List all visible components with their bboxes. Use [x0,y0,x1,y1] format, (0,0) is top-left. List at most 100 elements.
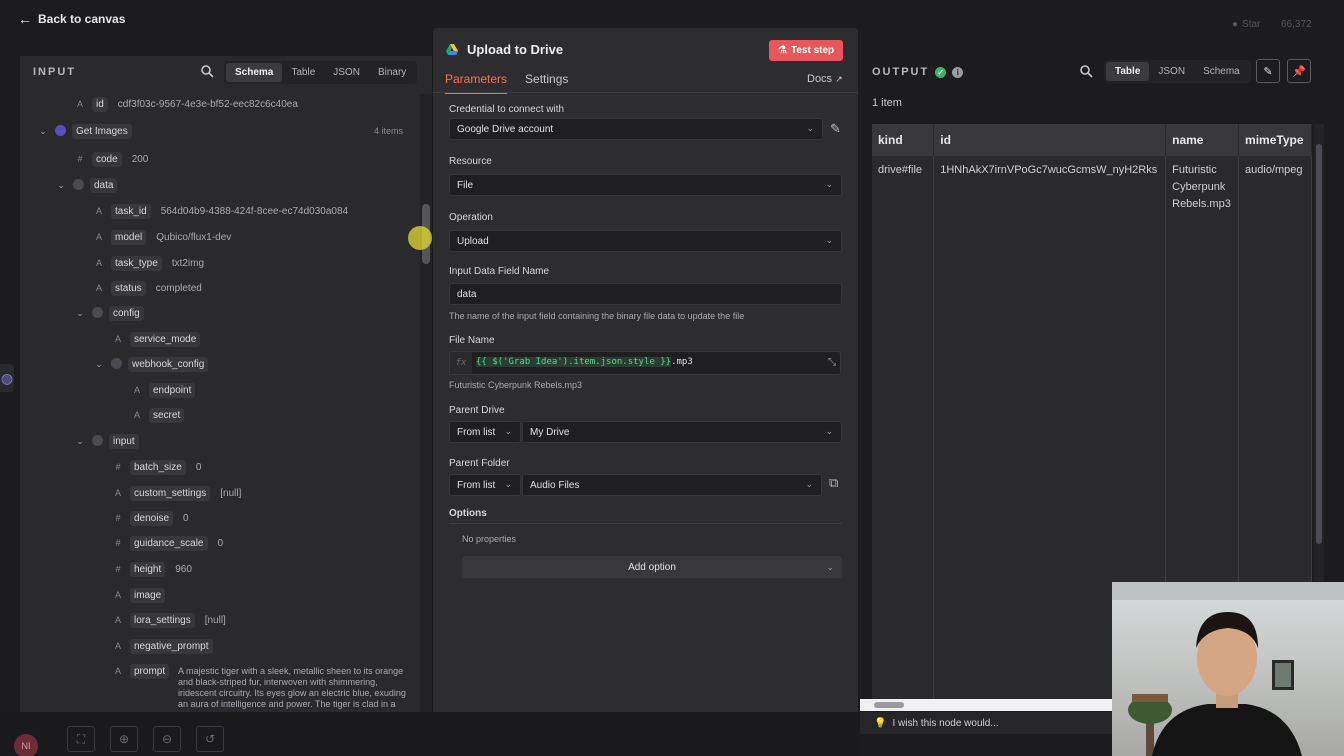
fx-icon: fx [450,352,472,374]
resource-select[interactable]: File ⌄ [449,174,842,196]
tree-key[interactable]: task_type [111,255,162,271]
file-name-expression-input[interactable]: fx {{ $('Grab Idea').item.json.style }}.… [449,351,841,375]
back-to-canvas-link[interactable]: ← Back to canvas [18,11,125,27]
chevron-down-icon: ⌄ [825,426,833,436]
object-type-icon [72,178,84,192]
tree-key[interactable]: prompt [130,663,170,679]
pencil-icon: ✎ [1263,65,1273,78]
input-scrollbar[interactable] [420,94,432,712]
tree-key[interactable]: status [111,280,146,296]
string-type-icon: A [114,488,121,498]
flask-icon: ⚗ [778,45,787,56]
input-field-name-input[interactable]: data [449,283,842,305]
input-panel-header: INPUT Schema Table JSON Binary [20,56,432,88]
tree-key[interactable]: task_id [111,203,151,219]
chevron-down-icon[interactable]: ⌄ [94,359,104,370]
file-name-label: File Name [449,335,495,346]
github-star-button[interactable]: ● Star [1232,19,1260,30]
parent-folder-mode-select[interactable]: From list ⌄ [449,474,521,496]
input-panel: INPUT Schema Table JSON Binary A id cdf3… [20,56,432,712]
globe-icon[interactable]: ◍ [0,364,14,392]
input-tab-table[interactable]: Table [282,63,324,82]
column-header-name[interactable]: name [1165,124,1240,156]
avatar[interactable]: NI [14,734,38,756]
tree-key[interactable]: code [92,151,122,167]
object-type-icon [54,124,66,138]
open-link-icon[interactable]: ⧉ [829,475,838,491]
zoom-out-icon[interactable]: ⊖ [153,726,181,752]
chevron-down-icon[interactable]: ⌄ [75,308,85,319]
add-option-button[interactable]: Add option ⌄ [462,556,842,578]
tree-key[interactable]: lora_settings [130,612,195,628]
tree-key[interactable]: image [130,587,166,603]
reset-zoom-icon[interactable]: ↺ [196,726,224,752]
tree-row: A task_type txt2img [93,254,204,272]
node-title: Upload to Drive [445,42,563,57]
number-type-icon: # [77,154,83,164]
docs-link[interactable]: Docs ↗ [807,73,843,85]
chevron-down-icon[interactable]: ⌄ [75,436,85,447]
canvas-toolbar: NI ⛶ ⊕ ⊖ ↺ [0,712,860,756]
tree-key[interactable]: batch_size [130,459,186,475]
search-icon[interactable] [200,64,214,78]
tree-key[interactable]: input [109,433,139,449]
tree-key[interactable]: endpoint [149,382,196,398]
feedback-link[interactable]: 💡 I wish this node would... [860,712,1112,734]
tree-key[interactable]: height [130,561,166,577]
info-icon[interactable]: i [952,66,964,78]
operation-select[interactable]: Upload ⌄ [449,230,842,252]
parent-folder-select[interactable]: Audio Files ⌄ [522,474,822,496]
tree-key[interactable]: denoise [130,510,174,526]
column-header-mimetype[interactable]: mimeType [1238,124,1312,156]
parent-drive-mode: From list [457,426,496,438]
parent-drive-select[interactable]: My Drive ⌄ [522,421,842,443]
edit-output-button[interactable]: ✎ [1256,59,1280,83]
column-header-kind[interactable]: kind [872,124,935,156]
string-type-icon: A [114,666,121,676]
tree-key[interactable]: secret [149,407,185,423]
string-type-icon: A [114,641,121,651]
file-name-expression: {{ $('Grab Idea').item.json.style }}.mp3 [476,357,693,367]
tree-key[interactable]: custom_settings [130,485,211,501]
tree-key[interactable]: webhook_config [128,356,209,372]
tab-settings[interactable]: Settings [525,72,568,94]
scrollbar-thumb[interactable] [874,702,904,708]
tree-key[interactable]: config [109,305,144,321]
tree-key[interactable]: service_mode [130,331,201,347]
cell-kind[interactable]: drive#file [872,156,935,701]
tree-key[interactable]: Get Images [72,123,132,139]
column-header-id[interactable]: id [933,124,1167,156]
tree-row: A image [112,586,166,604]
chevron-down-icon[interactable]: ⌄ [56,180,66,191]
pin-output-button[interactable]: 📌 [1287,59,1311,83]
input-tab-binary[interactable]: Binary [369,63,415,82]
parent-folder-value: Audio Files [530,479,580,491]
credential-select[interactable]: Google Drive account ⌄ [449,118,823,140]
tree-key[interactable]: id [92,96,108,112]
output-horizontal-scrollbar[interactable] [860,699,1112,711]
fit-view-icon[interactable]: ⛶ [67,726,95,752]
output-scrollbar[interactable] [1314,124,1324,584]
chevron-down-icon: ⌄ [826,561,834,572]
chevron-down-icon[interactable]: ⌄ [38,126,48,137]
expand-icon[interactable]: ⤡ [828,357,836,368]
tree-key[interactable]: model [111,229,147,245]
parent-folder-mode: From list [457,479,496,491]
output-tab-json[interactable]: JSON [1149,62,1194,81]
search-icon[interactable] [1079,64,1093,78]
tree-value: 564d04b9-4388-424f-8cee-ec74d030a084 [160,205,349,217]
zoom-in-icon[interactable]: ⊕ [110,726,138,752]
output-item-count: 1 item [872,97,902,109]
test-step-button[interactable]: ⚗ Test step [769,40,844,61]
input-tab-schema[interactable]: Schema [226,63,283,82]
tree-key[interactable]: guidance_scale [130,535,208,551]
parent-drive-mode-select[interactable]: From list ⌄ [449,421,521,443]
tree-key[interactable]: data [90,177,118,193]
tree-key[interactable]: negative_prompt [130,638,213,654]
output-tab-schema[interactable]: Schema [1194,62,1249,81]
tab-parameters[interactable]: Parameters [445,72,508,94]
scrollbar-thumb[interactable] [1316,144,1322,544]
input-tab-json[interactable]: JSON [324,63,369,82]
pencil-icon[interactable]: ✎ [830,121,841,137]
output-tab-table[interactable]: Table [1106,62,1150,81]
